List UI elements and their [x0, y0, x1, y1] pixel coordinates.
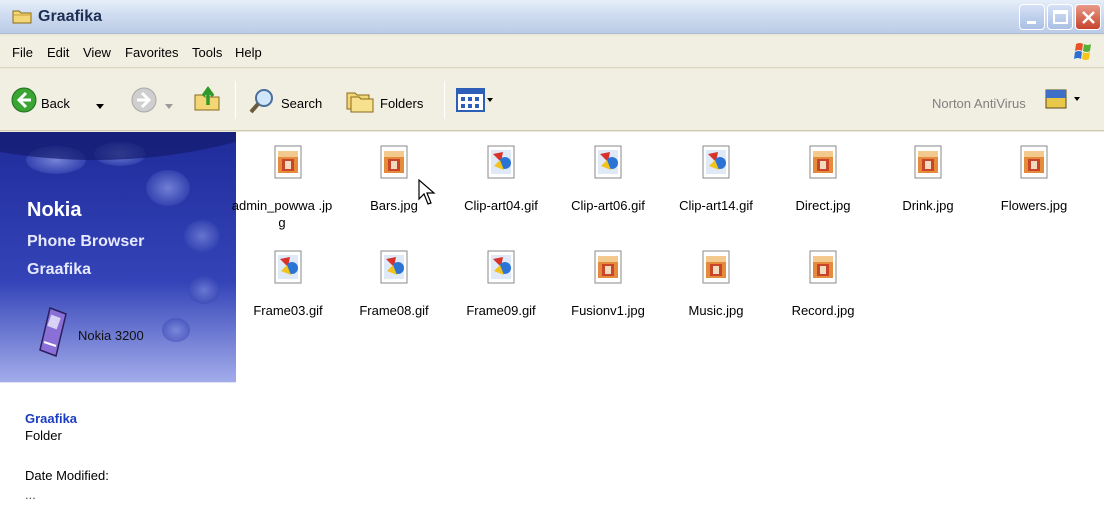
jpg-image-icon[interactable] [808, 144, 838, 180]
folders-button-label[interactable]: Folders [380, 96, 423, 111]
menu-view[interactable]: View [83, 45, 111, 60]
task-pane: Nokia Phone Browser Graafika Nokia 3200 … [0, 132, 236, 531]
jpg-image-icon[interactable] [701, 249, 731, 285]
search-icon[interactable] [248, 87, 276, 119]
file-name[interactable]: Record.jpg [771, 302, 875, 319]
gif-image-icon[interactable] [701, 144, 731, 180]
file-item[interactable]: Clip-art06.gif [556, 142, 660, 242]
file-item[interactable]: Flowers.jpg [982, 142, 1086, 242]
file-item[interactable]: Clip-art04.gif [449, 142, 553, 242]
search-button-label[interactable]: Search [281, 96, 322, 111]
gif-image-icon[interactable] [593, 144, 623, 180]
title-bar[interactable]: Graafika [0, 0, 1104, 34]
file-name[interactable]: Fusionv1.jpg [556, 302, 660, 319]
phone-icon [36, 306, 70, 362]
details-folder-type: Folder [25, 428, 62, 443]
file-item[interactable]: Music.jpg [664, 247, 768, 347]
minimize-button[interactable] [1019, 4, 1045, 30]
menu-bar: File Edit View Favorites Tools Help [0, 36, 1104, 68]
file-item[interactable]: admin_powwa .jpg [232, 142, 340, 242]
file-name[interactable]: Clip-art14.gif [664, 197, 768, 214]
file-name[interactable]: Clip-art06.gif [556, 197, 660, 214]
gif-image-icon[interactable] [486, 144, 516, 180]
forward-dropdown-icon[interactable] [165, 95, 173, 114]
jpg-image-icon[interactable] [593, 249, 623, 285]
file-name[interactable]: Clip-art04.gif [449, 197, 553, 214]
file-item[interactable]: Frame08.gif [342, 247, 446, 347]
file-name[interactable]: Frame09.gif [449, 302, 553, 319]
file-item[interactable]: Frame09.gif [449, 247, 553, 347]
device-name[interactable]: Nokia 3200 [78, 328, 144, 343]
file-name[interactable]: Frame03.gif [236, 302, 340, 319]
toolbar-separator [444, 81, 445, 119]
file-item[interactable]: Fusionv1.jpg [556, 247, 660, 347]
close-button[interactable] [1075, 4, 1101, 30]
file-item[interactable]: Clip-art14.gif [664, 142, 768, 242]
explorer-window: Graafika File Edit View Favorites Tools … [0, 0, 1104, 531]
file-list[interactable]: admin_powwa .jpg Bars.jpg Clip-art04.gif Cl… [232, 132, 1104, 531]
file-item[interactable]: Drink.jpg [876, 142, 980, 242]
menu-help[interactable]: Help [235, 45, 262, 60]
gif-image-icon[interactable] [379, 249, 409, 285]
norton-icon[interactable] [1044, 86, 1084, 116]
toolbar-separator [235, 81, 236, 119]
views-icon[interactable] [456, 87, 496, 117]
brand-title: Nokia [27, 199, 82, 221]
file-name[interactable]: admin_powwa .jpg [230, 197, 334, 231]
norton-antivirus-label[interactable]: Norton AntiVirus [932, 96, 1026, 111]
details-date-value: ... [25, 487, 36, 502]
windows-logo-icon [1064, 38, 1098, 66]
back-dropdown-icon[interactable] [96, 95, 104, 114]
folder-icon [12, 8, 32, 24]
file-item[interactable]: Record.jpg [771, 247, 875, 347]
jpg-image-icon[interactable] [808, 249, 838, 285]
back-arrow-icon[interactable] [11, 87, 37, 117]
pane-subtitle: Phone Browser [27, 233, 145, 250]
menu-favorites[interactable]: Favorites [125, 45, 178, 60]
pane-folder-title: Graafika [27, 261, 92, 278]
file-name[interactable]: Direct.jpg [771, 197, 875, 214]
file-item[interactable]: Direct.jpg [771, 142, 875, 242]
file-name[interactable]: Drink.jpg [876, 197, 980, 214]
gif-image-icon[interactable] [273, 249, 303, 285]
folders-icon[interactable] [345, 87, 375, 117]
menu-tools[interactable]: Tools [192, 45, 222, 60]
back-button-label[interactable]: Back [41, 96, 70, 111]
menu-edit[interactable]: Edit [47, 45, 69, 60]
jpg-image-icon[interactable] [1019, 144, 1049, 180]
jpg-image-icon[interactable] [913, 144, 943, 180]
details-date-label: Date Modified: [25, 468, 109, 483]
mouse-cursor-icon [418, 178, 438, 211]
toolbar: Back Search Folders Norton AntiVirus [0, 69, 1104, 131]
file-name[interactable]: Music.jpg [664, 302, 768, 319]
menu-file[interactable]: File [12, 45, 33, 60]
up-folder-icon[interactable] [192, 83, 222, 117]
maximize-button[interactable] [1047, 4, 1073, 30]
details-folder-name: Graafika [25, 411, 78, 426]
forward-arrow-icon[interactable] [131, 87, 157, 117]
file-item[interactable]: Frame03.gif [236, 247, 340, 347]
jpg-image-icon[interactable] [379, 144, 409, 180]
file-name[interactable]: Flowers.jpg [982, 197, 1086, 214]
window-title: Graafika [38, 8, 103, 25]
file-name[interactable]: Frame08.gif [342, 302, 446, 319]
jpg-image-icon[interactable] [273, 144, 303, 180]
gif-image-icon[interactable] [486, 249, 516, 285]
